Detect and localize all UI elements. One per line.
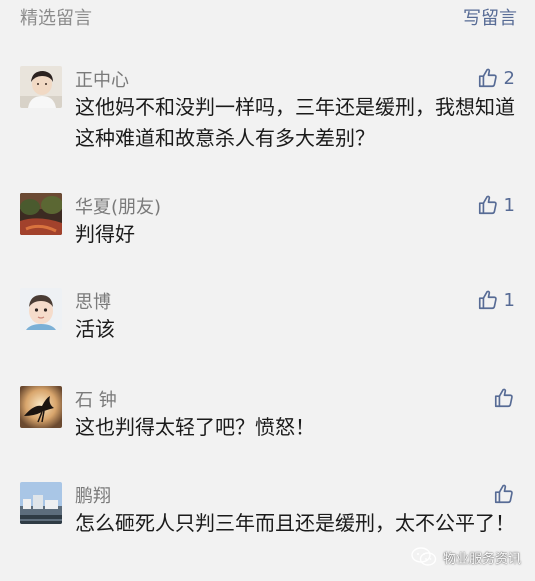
thumbs-up-icon xyxy=(478,195,497,215)
avatar[interactable] xyxy=(20,482,62,524)
comment-text: 判得好 xyxy=(75,222,135,246)
avatar[interactable] xyxy=(20,66,62,108)
commenter-name[interactable]: 石 钟 xyxy=(75,386,117,412)
like-button[interactable]: 1 xyxy=(477,194,515,216)
featured-comments-title: 精选留言 xyxy=(20,8,92,29)
like-button[interactable] xyxy=(493,387,515,409)
comment-text: 这他妈不和没判一样吗，三年还是缓刑，我想知道这种难道和故意杀人有多大差别？ xyxy=(75,95,515,150)
wechat-icon xyxy=(411,547,437,566)
like-count: 1 xyxy=(503,194,515,216)
thumbs-up-icon xyxy=(478,290,497,310)
comment-text: 怎么砸死人只判三年而且还是缓刑，太不公平了！ xyxy=(75,511,515,535)
commenter-name[interactable]: 华夏(朋友) xyxy=(75,193,161,219)
comments-page: 精选留言 写留言 正中心 2 这他妈不和没判一样吗，三年还是缓刑，我想知道这种难… xyxy=(0,0,535,581)
watermark: 物业服务资讯 xyxy=(411,547,521,567)
thumbs-up-icon xyxy=(494,484,513,504)
thumbs-up-icon xyxy=(478,68,497,88)
like-button[interactable]: 1 xyxy=(477,289,515,311)
like-button[interactable]: 2 xyxy=(477,67,515,89)
watermark-text: 物业服务资讯 xyxy=(442,551,521,567)
comments-header: 精选留言 写留言 xyxy=(0,0,535,32)
thumbs-up-icon xyxy=(494,388,513,408)
commenter-name[interactable]: 思博 xyxy=(75,288,111,314)
like-count: 1 xyxy=(503,289,515,311)
avatar[interactable] xyxy=(20,288,62,330)
commenter-name[interactable]: 鹏翔 xyxy=(75,482,111,508)
like-button[interactable] xyxy=(493,483,515,505)
comment-text: 这也判得太轻了吧？愤怒！ xyxy=(75,415,315,439)
avatar[interactable] xyxy=(20,193,62,235)
like-count: 2 xyxy=(503,67,515,89)
avatar[interactable] xyxy=(20,386,62,428)
commenter-name[interactable]: 正中心 xyxy=(75,66,129,92)
write-comment-button[interactable]: 写留言 xyxy=(463,4,517,30)
comment-text: 活该 xyxy=(75,317,115,341)
